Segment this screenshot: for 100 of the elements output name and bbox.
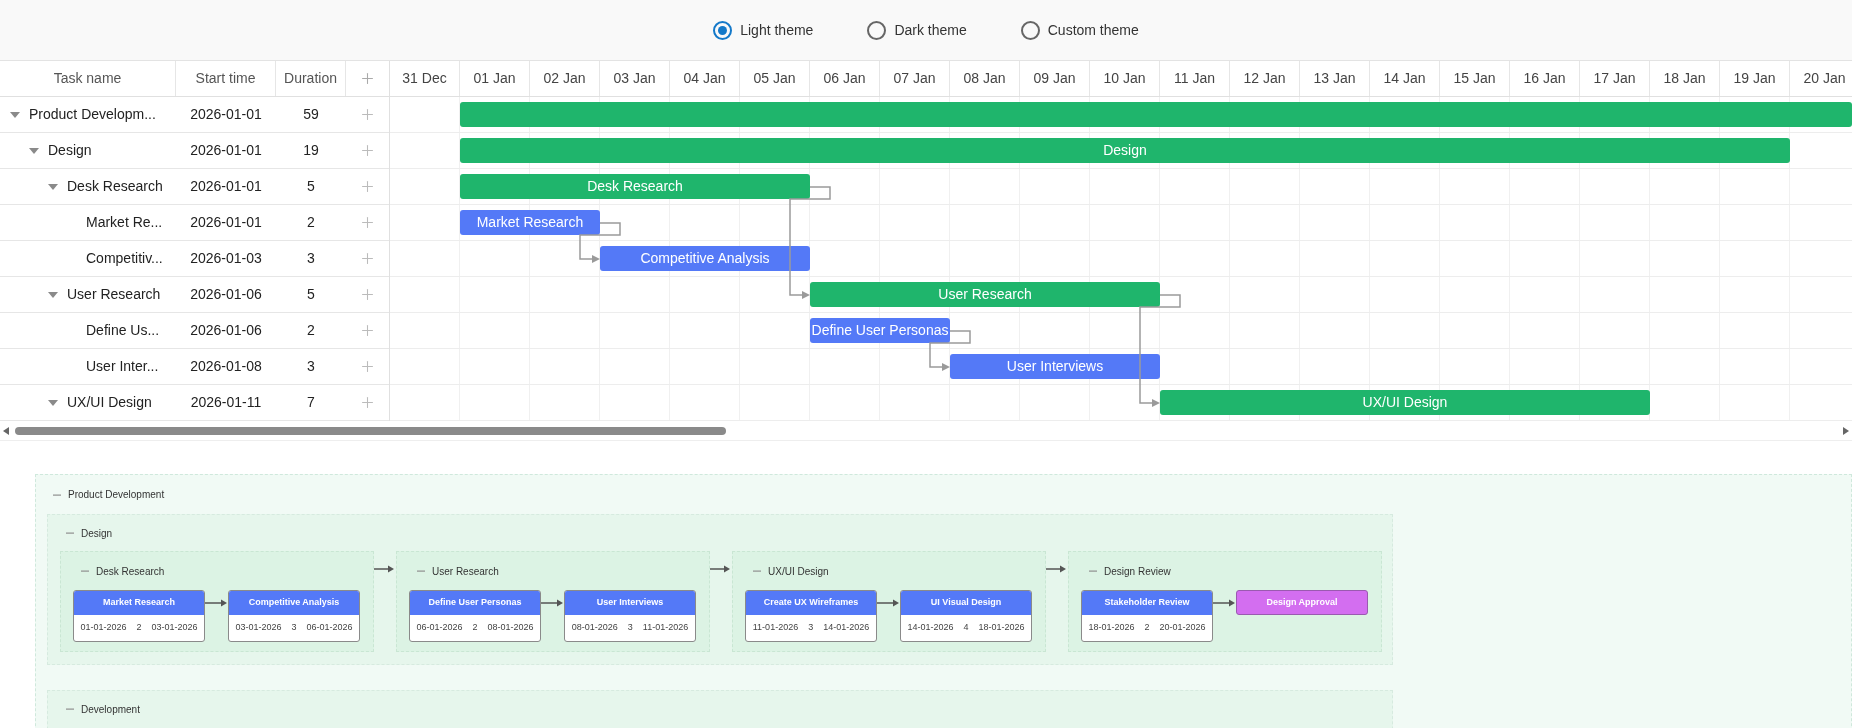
scroll-left-icon[interactable] — [3, 426, 9, 435]
add-icon[interactable] — [359, 250, 376, 267]
day-label: 20 Jan — [1803, 69, 1846, 88]
card-duration: 3 — [627, 621, 633, 635]
card-title: Design Approval — [1266, 595, 1338, 609]
start-date: 2026-01-08 — [190, 357, 262, 376]
caret-icon[interactable] — [48, 289, 58, 300]
column-header[interactable]: Duration — [284, 68, 337, 89]
task-card[interactable]: User Interviews 08-01-2026 3 11-01-2026 — [564, 590, 696, 642]
task-name: User Inter... — [86, 357, 159, 376]
day-label: 19 Jan — [1733, 69, 1776, 88]
add-icon[interactable] — [359, 358, 376, 375]
card-title: Define User Personas — [428, 596, 522, 610]
theme-option[interactable]: Dark theme — [867, 19, 967, 41]
card-start-date: 03-01-2026 — [235, 621, 282, 635]
task-bar[interactable]: Define User Personas — [810, 318, 950, 343]
day-label: 15 Jan — [1453, 69, 1496, 88]
day-label: 09 Jan — [1033, 69, 1076, 88]
day-label: 04 Jan — [683, 69, 726, 88]
add-icon[interactable] — [359, 178, 376, 195]
caret-icon[interactable] — [10, 109, 20, 120]
card-end-date: 18-01-2026 — [978, 621, 1025, 635]
day-label: 18 Jan — [1663, 69, 1706, 88]
day-label: 14 Jan — [1383, 69, 1426, 88]
task-card[interactable]: Market Research 01-01-2026 2 03-01-2026 — [73, 590, 205, 642]
add-icon[interactable] — [359, 286, 376, 303]
card-title: UI Visual Design — [930, 596, 1002, 610]
task-card[interactable]: UI Visual Design 14-01-2026 4 18-01-2026 — [900, 590, 1032, 642]
group-arrow — [374, 565, 394, 573]
add-icon[interactable] — [359, 142, 376, 159]
day-label: 31 Dec — [402, 69, 447, 88]
start-date: 2026-01-06 — [190, 321, 262, 340]
task-card[interactable]: Stakeholder Review 18-01-2026 2 20-01-2026 — [1081, 590, 1213, 642]
section-title: Design — [81, 526, 113, 541]
caret-icon[interactable] — [29, 145, 39, 156]
caret-icon[interactable] — [48, 181, 58, 192]
card-start-date: 14-01-2026 — [907, 621, 954, 635]
card-arrow — [205, 599, 227, 607]
duration: 2 — [307, 213, 315, 232]
day-label: 06 Jan — [823, 69, 866, 88]
card-duration: 4 — [963, 621, 969, 635]
start-date: 2026-01-11 — [190, 393, 262, 412]
day-label: 12 Jan — [1243, 69, 1286, 88]
day-label: 02 Jan — [543, 69, 586, 88]
task-name: User Research — [67, 285, 161, 304]
card-end-date: 08-01-2026 — [487, 621, 534, 635]
group-title: Desk Research — [96, 564, 165, 579]
task-bar[interactable] — [460, 102, 1852, 127]
start-date: 2026-01-03 — [190, 249, 262, 268]
board-title: Product Development — [68, 488, 165, 502]
card-duration: 2 — [1144, 621, 1150, 635]
card-title: Competitive Analysis — [248, 596, 340, 610]
card-duration: 3 — [808, 621, 814, 635]
day-label: 10 Jan — [1103, 69, 1146, 88]
task-name: Design — [48, 141, 92, 160]
add-icon[interactable] — [359, 70, 376, 87]
day-label: 01 Jan — [473, 69, 516, 88]
task-card[interactable]: Create UX Wireframes 11-01-2026 3 14-01-2026 — [745, 590, 877, 642]
task-card[interactable]: Define User Personas 06-01-2026 2 08-01-2026 — [409, 590, 541, 642]
day-label: 16 Jan — [1523, 69, 1566, 88]
card-title: Create UX Wireframes — [763, 596, 859, 610]
theme-option[interactable]: Custom theme — [1020, 19, 1139, 41]
duration: 19 — [303, 141, 319, 160]
card-start-date: 18-01-2026 — [1088, 621, 1135, 635]
card-start-date: 08-01-2026 — [571, 621, 618, 635]
group-arrow — [710, 565, 730, 573]
day-label: 13 Jan — [1313, 69, 1356, 88]
card-end-date: 20-01-2026 — [1159, 621, 1206, 635]
task-bar[interactable]: User Interviews — [950, 354, 1160, 379]
day-label: 07 Jan — [893, 69, 936, 88]
duration: 5 — [307, 177, 315, 196]
scrollbar-thumb[interactable] — [15, 426, 726, 435]
caret-icon[interactable] — [48, 397, 58, 408]
scroll-right-icon[interactable] — [1843, 426, 1849, 435]
group-title: User Research — [432, 564, 499, 579]
task-bar[interactable]: Competitive Analysis — [600, 246, 810, 271]
duration: 59 — [303, 105, 319, 124]
start-date: 2026-01-06 — [190, 285, 262, 304]
group-title: UX/UI Design — [768, 564, 829, 579]
day-label: 11 Jan — [1174, 69, 1215, 88]
card-start-date: 01-01-2026 — [80, 621, 127, 635]
column-header[interactable]: Task name — [53, 68, 122, 89]
start-date: 2026-01-01 — [190, 177, 262, 196]
card-title: Market Research — [102, 596, 175, 610]
card-arrow — [1213, 599, 1235, 607]
day-label: 03 Jan — [613, 69, 656, 88]
duration: 2 — [307, 321, 315, 340]
theme-option[interactable]: Light theme — [713, 19, 814, 41]
section-title: Development — [81, 702, 140, 717]
task-card[interactable]: Competitive Analysis 03-01-2026 3 06-01-2026 — [228, 590, 360, 642]
add-icon[interactable] — [359, 394, 376, 411]
group-arrow — [1046, 565, 1066, 573]
column-header[interactable]: Start time — [195, 68, 256, 89]
add-icon[interactable] — [359, 322, 376, 339]
day-label: 17 Jan — [1593, 69, 1636, 88]
card-start-date: 06-01-2026 — [416, 621, 463, 635]
task-bar[interactable]: Market Research — [460, 210, 600, 235]
card-end-date: 06-01-2026 — [306, 621, 353, 635]
add-icon[interactable] — [359, 214, 376, 231]
add-icon[interactable] — [359, 106, 376, 123]
